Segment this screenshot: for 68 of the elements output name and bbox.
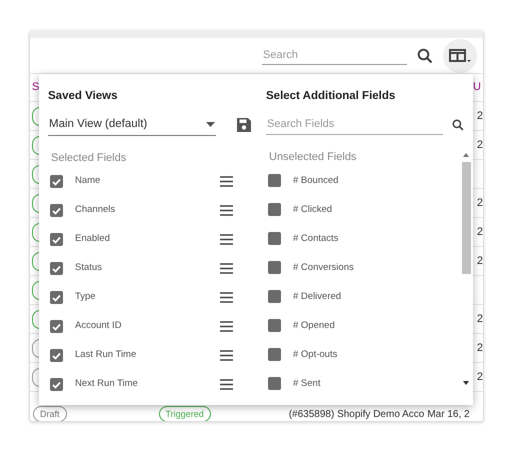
- column-header: S: [32, 80, 40, 96]
- section-title: Select Additional Fields: [266, 89, 396, 104]
- scroll-down-icon[interactable]: [463, 381, 469, 386]
- field-label: # Opt-outs: [293, 348, 338, 362]
- checkbox[interactable]: [50, 175, 63, 188]
- table-cell-text: 2: [476, 138, 483, 153]
- field-label: Enabled: [75, 232, 110, 246]
- status-pill: Draft: [33, 406, 67, 421]
- table-cell-text: 2: [476, 196, 483, 211]
- field-label: # Contacts: [293, 232, 338, 246]
- drag-handle-icon[interactable]: [220, 205, 233, 216]
- column-header: U: [473, 80, 481, 96]
- table-cell-text: 2: [476, 312, 483, 327]
- checkbox[interactable]: [50, 262, 63, 275]
- field-label: Account ID: [75, 319, 122, 334]
- save-icon[interactable]: [236, 117, 252, 134]
- drag-handle-icon[interactable]: [220, 350, 233, 361]
- checkbox[interactable]: [50, 349, 63, 362]
- field-label: Name: [75, 174, 100, 188]
- checkbox[interactable]: [268, 203, 281, 216]
- scroll-up-icon[interactable]: [463, 153, 469, 158]
- field-label: # Opened: [293, 318, 335, 333]
- field-label: # Clicked: [293, 202, 332, 217]
- columns-button[interactable]: [443, 38, 477, 72]
- checkbox[interactable]: [50, 204, 63, 217]
- field-label: Type: [75, 290, 96, 304]
- section-subtitle: Selected Fields: [51, 150, 126, 166]
- checkbox[interactable]: [268, 319, 281, 332]
- checkbox[interactable]: [50, 320, 63, 333]
- checkbox[interactable]: [268, 174, 281, 188]
- drag-handle-icon[interactable]: [220, 379, 233, 390]
- field-label: # Delivered: [293, 290, 342, 304]
- trigger-pill: Triggered: [158, 406, 211, 421]
- checkbox[interactable]: [268, 290, 281, 304]
- field-label: Next Run Time: [75, 377, 138, 392]
- field-label: # Conversions: [293, 260, 354, 275]
- checkbox[interactable]: [268, 261, 281, 274]
- checkbox[interactable]: [50, 233, 63, 246]
- table-cell-text: 2: [476, 254, 483, 269]
- section-title: Saved Views: [48, 89, 118, 104]
- search-icon[interactable]: [452, 119, 464, 131]
- table-cell-text: 2: [476, 224, 483, 240]
- table-cell-text: Mar 16, 2: [427, 408, 470, 421]
- section-subtitle: Unselected Fields: [269, 150, 356, 165]
- checkbox[interactable]: [268, 377, 281, 390]
- drag-handle-icon[interactable]: [220, 321, 233, 332]
- columns-icon: [449, 48, 471, 64]
- checkbox[interactable]: [50, 291, 63, 304]
- field-label: Channels: [75, 203, 116, 218]
- checkbox[interactable]: [268, 348, 281, 362]
- drag-handle-icon[interactable]: [220, 263, 233, 274]
- drag-handle-icon[interactable]: [220, 176, 233, 187]
- table-cell-text: 2: [476, 340, 483, 356]
- field-label: Last Run Time: [75, 348, 136, 362]
- scrollbar[interactable]: [461, 153, 471, 386]
- table-cell-text: 2: [476, 108, 483, 124]
- checkbox[interactable]: [50, 378, 63, 391]
- field-label: # Bounced: [293, 174, 338, 188]
- saved-view-select[interactable]: Main View (default): [48, 115, 216, 136]
- drag-handle-icon[interactable]: [220, 292, 233, 303]
- checkbox[interactable]: [268, 232, 281, 246]
- table-cell-text: 2: [476, 370, 483, 385]
- field-label: Status: [75, 261, 102, 276]
- caret-icon: [206, 122, 215, 128]
- field-label: # Sent: [293, 376, 320, 391]
- table-cell-text: (#635898) Shopify Demo Acco: [288, 408, 424, 421]
- drag-handle-icon[interactable]: [220, 234, 233, 245]
- search-icon[interactable]: [417, 48, 433, 64]
